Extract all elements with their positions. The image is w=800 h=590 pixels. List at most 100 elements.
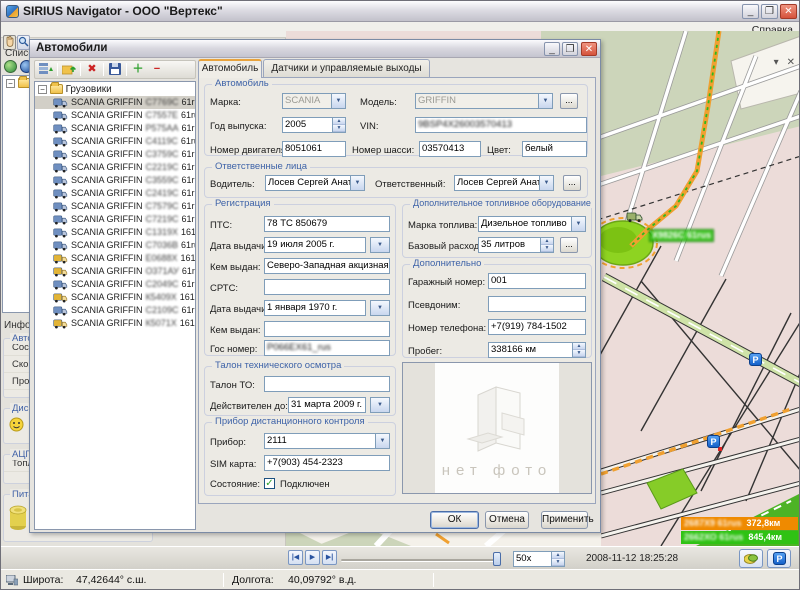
cancel-button[interactable]: Отмена <box>485 511 529 529</box>
device-combobox[interactable]: 2111▼ <box>264 433 390 449</box>
tree-item-vehicle[interactable]: SCANIA GRIFFIN О371АУ 61rus <box>35 265 195 278</box>
model-combobox[interactable]: GRIFFIN▼ <box>415 93 553 109</box>
globe-icon[interactable] <box>4 60 17 73</box>
chassis-number-field[interactable]: 03570413 <box>419 141 481 157</box>
tree-expander-icon[interactable]: − <box>6 79 15 88</box>
pts-issue-date-field[interactable]: 19 июля 2005 г. <box>264 237 366 253</box>
base-consumption-spinner[interactable]: 35 литров▲▼ <box>478 237 554 253</box>
menu-item[interactable] <box>1 22 19 26</box>
menu-item[interactable] <box>37 22 55 26</box>
srts-issuer-field[interactable] <box>264 321 390 337</box>
garage-number-field[interactable]: 001 <box>488 273 586 289</box>
brand-combobox[interactable]: SCANIA▼ <box>282 93 346 109</box>
driver-combobox[interactable]: Лосев Сергей Анатоль▼ <box>265 175 365 191</box>
delete-button[interactable]: ✖ <box>84 63 100 77</box>
parking-icon[interactable]: P <box>707 435 720 448</box>
remove-button[interactable]: − <box>149 63 165 77</box>
tree-expander-icon[interactable]: − <box>38 85 47 94</box>
save-button[interactable] <box>107 63 123 77</box>
engine-number-field[interactable]: 8051061 <box>282 141 346 157</box>
responsible-combobox[interactable]: Лосев Сергей Анатоль▼ <box>454 175 554 191</box>
plate-number-field[interactable]: Р066ЕХ61_rus <box>264 340 390 356</box>
menu-item[interactable] <box>55 22 73 26</box>
tree-item-vehicle[interactable]: SCANIA GRIFFIN С7036В 61rus <box>35 239 195 252</box>
list-view-button[interactable] <box>38 63 54 77</box>
tree-item-vehicle[interactable]: SCANIA GRIFFIN С7579С 61rus <box>35 200 195 213</box>
alias-field[interactable] <box>488 296 586 312</box>
playback-speed-spinner[interactable]: 50x▲▼ <box>513 551 565 567</box>
color-field[interactable]: белый <box>522 141 587 157</box>
valid-until-dropdown-button[interactable]: ▼ <box>370 397 390 413</box>
tree-item-vehicle[interactable]: SCANIA GRIFFIN К5409Х 161rus <box>35 291 195 304</box>
tree-item-vehicle[interactable]: SCANIA GRIFFIN С1319Х 161rus <box>35 226 195 239</box>
pts-date-dropdown-button[interactable]: ▼ <box>370 237 390 253</box>
window-close-button[interactable]: ✕ <box>780 4 797 19</box>
inspection-ticket-field[interactable] <box>264 376 390 392</box>
chevron-down-icon[interactable]: ▼ <box>571 217 585 231</box>
tree-item-vehicle[interactable]: SCANIA GRIFFIN Р575АА 61rus <box>35 122 195 135</box>
skip-back-button[interactable]: |◀ <box>288 550 303 565</box>
year-spinner[interactable]: 2005▲▼ <box>282 117 346 133</box>
connected-checkbox[interactable]: ✓ <box>264 478 275 489</box>
chevron-down-icon[interactable]: ▾ <box>774 57 779 68</box>
spinner-arrows-icon[interactable]: ▲▼ <box>332 118 345 132</box>
dialog-minimize-button[interactable]: _ <box>544 42 560 56</box>
dialog-close-button[interactable]: ✕ <box>581 42 597 56</box>
close-icon[interactable]: ✕ <box>787 57 795 68</box>
menu-item[interactable] <box>19 22 37 26</box>
sim-card-field[interactable]: +7(903) 454-2323 <box>264 455 390 471</box>
skip-forward-button[interactable]: ▶| <box>322 550 337 565</box>
tree-item-vehicle[interactable]: SCANIA GRIFFIN С2219С 61rus <box>35 161 195 174</box>
tree-item-vehicle[interactable]: SCANIA GRIFFIN С2109С 61rus <box>35 304 195 317</box>
tree-item-vehicle[interactable]: SCANIA GRIFFIN Е0688Х 161rus <box>35 252 195 265</box>
add-button[interactable]: ＋ <box>130 63 146 77</box>
srts-issue-date-field[interactable]: 1 января 1970 г. <box>264 300 366 316</box>
chevron-down-icon[interactable]: ▼ <box>538 94 552 108</box>
dialog-maximize-button[interactable]: ❐ <box>562 42 578 56</box>
mileage-spinner[interactable]: 338166 км▲▼ <box>488 342 586 358</box>
tree-item-vehicle[interactable]: SCANIA GRIFFIN С3759С 61rus <box>35 148 195 161</box>
tree-item-vehicle[interactable]: SCANIA GRIFFIN С2419С 61rus <box>35 187 195 200</box>
vehicle-plate-label[interactable]: Х9826С 61rus <box>649 229 714 242</box>
parking-toggle-button[interactable]: P <box>767 549 791 568</box>
tree-item-vehicle[interactable]: SCANIA GRIFFIN С3559С 61rus <box>35 174 195 187</box>
apply-button[interactable]: Применить <box>541 511 588 529</box>
valid-until-field[interactable]: 31 марта 2009 г. <box>288 397 366 413</box>
route-distance-label[interactable]: 2662ХО 61rus 845,4км <box>681 531 798 544</box>
srts-field[interactable] <box>264 279 390 295</box>
report-button[interactable] <box>739 549 763 568</box>
phone-number-field[interactable]: +7(919) 784-1502 <box>488 319 586 335</box>
play-button[interactable]: ▶ <box>305 550 320 565</box>
model-browse-button[interactable]: ... <box>560 93 578 109</box>
chevron-down-icon[interactable]: ▼ <box>331 94 345 108</box>
pts-field[interactable]: 78 ТС 850679 <box>264 216 390 232</box>
move-to-group-button[interactable] <box>61 63 77 77</box>
persons-browse-button[interactable]: ... <box>563 175 581 191</box>
pts-issuer-field[interactable]: Северо-Западная акцизная т <box>264 258 390 274</box>
chevron-down-icon[interactable]: ▼ <box>350 176 364 190</box>
fuel-browse-button[interactable]: ... <box>560 237 578 253</box>
window-maximize-button[interactable]: ❐ <box>761 4 778 19</box>
tree-item-vehicle[interactable]: SCANIA GRIFFIN С7557Е 61rus <box>35 109 195 122</box>
vehicle-tree[interactable]: − Грузовики SCANIA GRIFFIN С7769С 61rus <box>34 81 196 530</box>
ok-button[interactable]: ОК <box>430 511 479 529</box>
window-minimize-button[interactable]: _ <box>742 4 759 19</box>
tree-item-vehicle[interactable]: SCANIA GRIFFIN К5071Х 161rus <box>35 317 195 330</box>
spinner-arrows-icon[interactable]: ▲▼ <box>551 552 564 566</box>
vin-field[interactable]: 9BSP4X26003570413 <box>415 117 587 133</box>
chevron-down-icon[interactable]: ▼ <box>539 176 553 190</box>
fuel-type-combobox[interactable]: Дизельное топливо▼ <box>478 216 586 232</box>
timeline-slider[interactable] <box>341 559 499 562</box>
tree-item-vehicle[interactable]: SCANIA GRIFFIN С2049С 61rus <box>35 278 195 291</box>
spinner-arrows-icon[interactable]: ▲▼ <box>572 343 585 357</box>
srts-date-dropdown-button[interactable]: ▼ <box>370 300 390 316</box>
parking-icon[interactable]: P <box>749 353 762 366</box>
tree-root-row[interactable]: − Грузовики <box>35 82 195 96</box>
slider-thumb[interactable] <box>493 552 501 566</box>
tab-vehicle[interactable]: Автомобиль <box>198 59 262 78</box>
dialog-titlebar[interactable]: Автомобили _ ❐ ✕ <box>30 40 600 58</box>
spinner-arrows-icon[interactable]: ▲▼ <box>540 238 553 252</box>
route-distance-label[interactable]: 2687Х9 61rus 372,8км <box>681 517 798 530</box>
chevron-down-icon[interactable]: ▼ <box>375 434 389 448</box>
tree-item-vehicle[interactable]: SCANIA GRIFFIN С7219С 61rus <box>35 213 195 226</box>
